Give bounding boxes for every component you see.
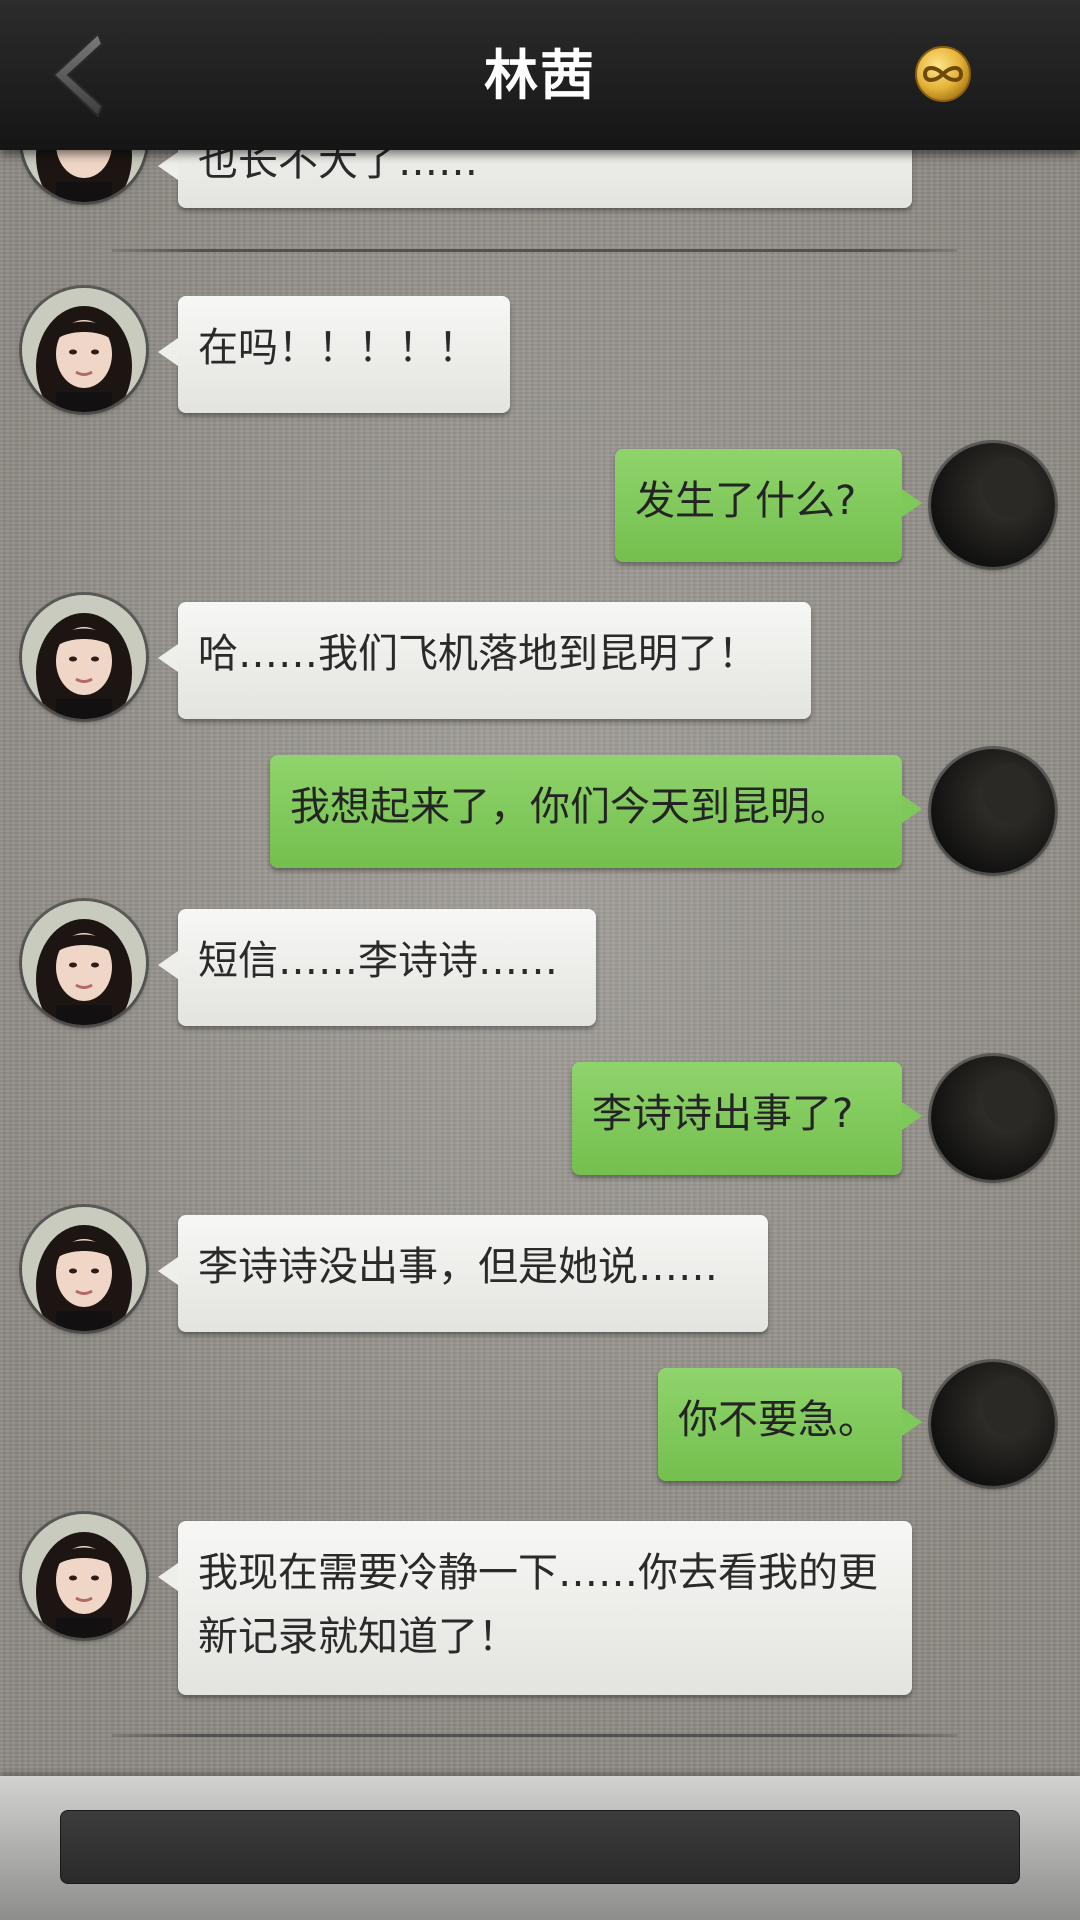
user-avatar[interactable] xyxy=(931,443,1055,567)
divider xyxy=(112,249,957,252)
message-bubble-outgoing: 李诗诗出事了? xyxy=(572,1062,922,1175)
contact-avatar[interactable] xyxy=(22,595,146,719)
dark-avatar-icon xyxy=(931,1056,1055,1180)
infinity-coin-icon xyxy=(915,46,971,102)
chat-screen: 林茜 也长不大了…… 在吗！！！！！ 发生了什么? 哈……我们飞机落地到昆明了！… xyxy=(0,0,1080,1920)
message-text: 李诗诗出事了? xyxy=(592,1091,854,1137)
message-input[interactable] xyxy=(60,1810,1020,1884)
message-text: 短信……李诗诗…… xyxy=(198,938,558,984)
message-bubble-incoming: 短信……李诗诗…… xyxy=(158,909,596,1026)
message-bubble-outgoing: 你不要急。 xyxy=(658,1368,922,1481)
message-bubble-incoming: 在吗！！！！！ xyxy=(158,296,510,413)
dark-avatar-icon xyxy=(931,443,1055,567)
dark-avatar-icon xyxy=(931,749,1055,873)
message-bubble-incoming: 李诗诗没出事，但是她说…… xyxy=(158,1215,768,1332)
message-bubble-outgoing: 我想起来了，你们今天到昆明。 xyxy=(270,755,922,868)
message-bubble-incoming: 哈……我们飞机落地到昆明了！ xyxy=(158,602,811,719)
contact-avatar[interactable] xyxy=(22,1207,146,1331)
message-text: 哈……我们飞机落地到昆明了！ xyxy=(198,631,758,677)
message-text: 发生了什么? xyxy=(635,478,857,524)
header-bar: 林茜 xyxy=(0,0,1080,150)
message-text: 李诗诗没出事，但是她说…… xyxy=(198,1244,718,1290)
message-bubble-incoming: 我现在需要冷静一下……你去看我的更新记录就知道了！ xyxy=(158,1521,912,1695)
message-text: 在吗！！！！！ xyxy=(198,325,478,371)
user-avatar[interactable] xyxy=(931,749,1055,873)
woman-face-icon xyxy=(22,901,146,1025)
contact-avatar[interactable] xyxy=(22,1514,146,1638)
message-text: 我想起来了，你们今天到昆明。 xyxy=(290,784,850,830)
coin-button[interactable] xyxy=(914,45,972,103)
contact-avatar[interactable] xyxy=(22,288,146,412)
divider xyxy=(112,1734,957,1737)
contact-avatar[interactable] xyxy=(22,901,146,1025)
message-text: 你不要急。 xyxy=(678,1397,878,1443)
woman-face-icon xyxy=(22,1514,146,1638)
message-bubble-outgoing: 发生了什么? xyxy=(615,449,922,562)
user-avatar[interactable] xyxy=(931,1056,1055,1180)
user-avatar[interactable] xyxy=(931,1362,1055,1486)
woman-face-icon xyxy=(22,288,146,412)
woman-face-icon xyxy=(22,1207,146,1331)
message-text: 我现在需要冷静一下……你去看我的更新记录就知道了！ xyxy=(198,1550,878,1660)
input-bar xyxy=(0,1776,1080,1920)
woman-face-icon xyxy=(22,595,146,719)
dark-avatar-icon xyxy=(931,1362,1055,1486)
